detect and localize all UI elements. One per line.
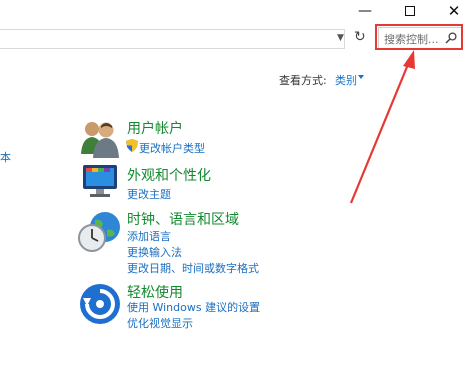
close-button[interactable]: ✕ bbox=[437, 0, 471, 22]
maximize-button[interactable] bbox=[393, 0, 427, 22]
address-dropdown-icon[interactable]: ▼ bbox=[337, 33, 344, 43]
chevron-down-icon[interactable] bbox=[358, 75, 364, 79]
minimize-button[interactable]: — bbox=[348, 0, 382, 22]
user-accounts-icon[interactable] bbox=[78, 118, 122, 158]
search-highlight-box bbox=[375, 24, 463, 50]
appearance-icon[interactable] bbox=[79, 161, 123, 201]
view-by-dropdown[interactable]: 类别 bbox=[335, 72, 357, 88]
optimize-visual-display-link[interactable]: 优化视觉显示 bbox=[127, 315, 193, 331]
view-by-label: 查看方式: bbox=[279, 74, 327, 87]
use-windows-recommended-settings-link[interactable]: 使用 Windows 建议的设置 bbox=[127, 299, 260, 315]
change-date-time-format-link[interactable]: 更改日期、时间或数字格式 bbox=[127, 260, 259, 276]
clock-language-region-title[interactable]: 时钟、语言和区域 bbox=[127, 209, 239, 229]
change-input-method-link[interactable]: 更换输入法 bbox=[127, 244, 182, 260]
change-theme-link[interactable]: 更改主题 bbox=[127, 186, 171, 202]
admin-shield-icon bbox=[126, 139, 138, 152]
address-bar[interactable] bbox=[0, 29, 345, 49]
maximize-icon bbox=[405, 6, 415, 16]
refresh-icon[interactable]: ↻ bbox=[354, 29, 366, 45]
user-accounts-title[interactable]: 用户帐户 bbox=[127, 118, 183, 138]
add-language-link[interactable]: 添加语言 bbox=[127, 228, 171, 244]
change-account-type-link[interactable]: 更改帐户类型 bbox=[139, 140, 205, 156]
annotation-arrow bbox=[349, 50, 415, 204]
appearance-title[interactable]: 外观和个性化 bbox=[127, 165, 211, 185]
ease-of-access-icon[interactable] bbox=[78, 282, 122, 326]
clock-globe-icon[interactable] bbox=[77, 210, 123, 254]
sidebar-text-fragment: 本 bbox=[0, 151, 11, 164]
